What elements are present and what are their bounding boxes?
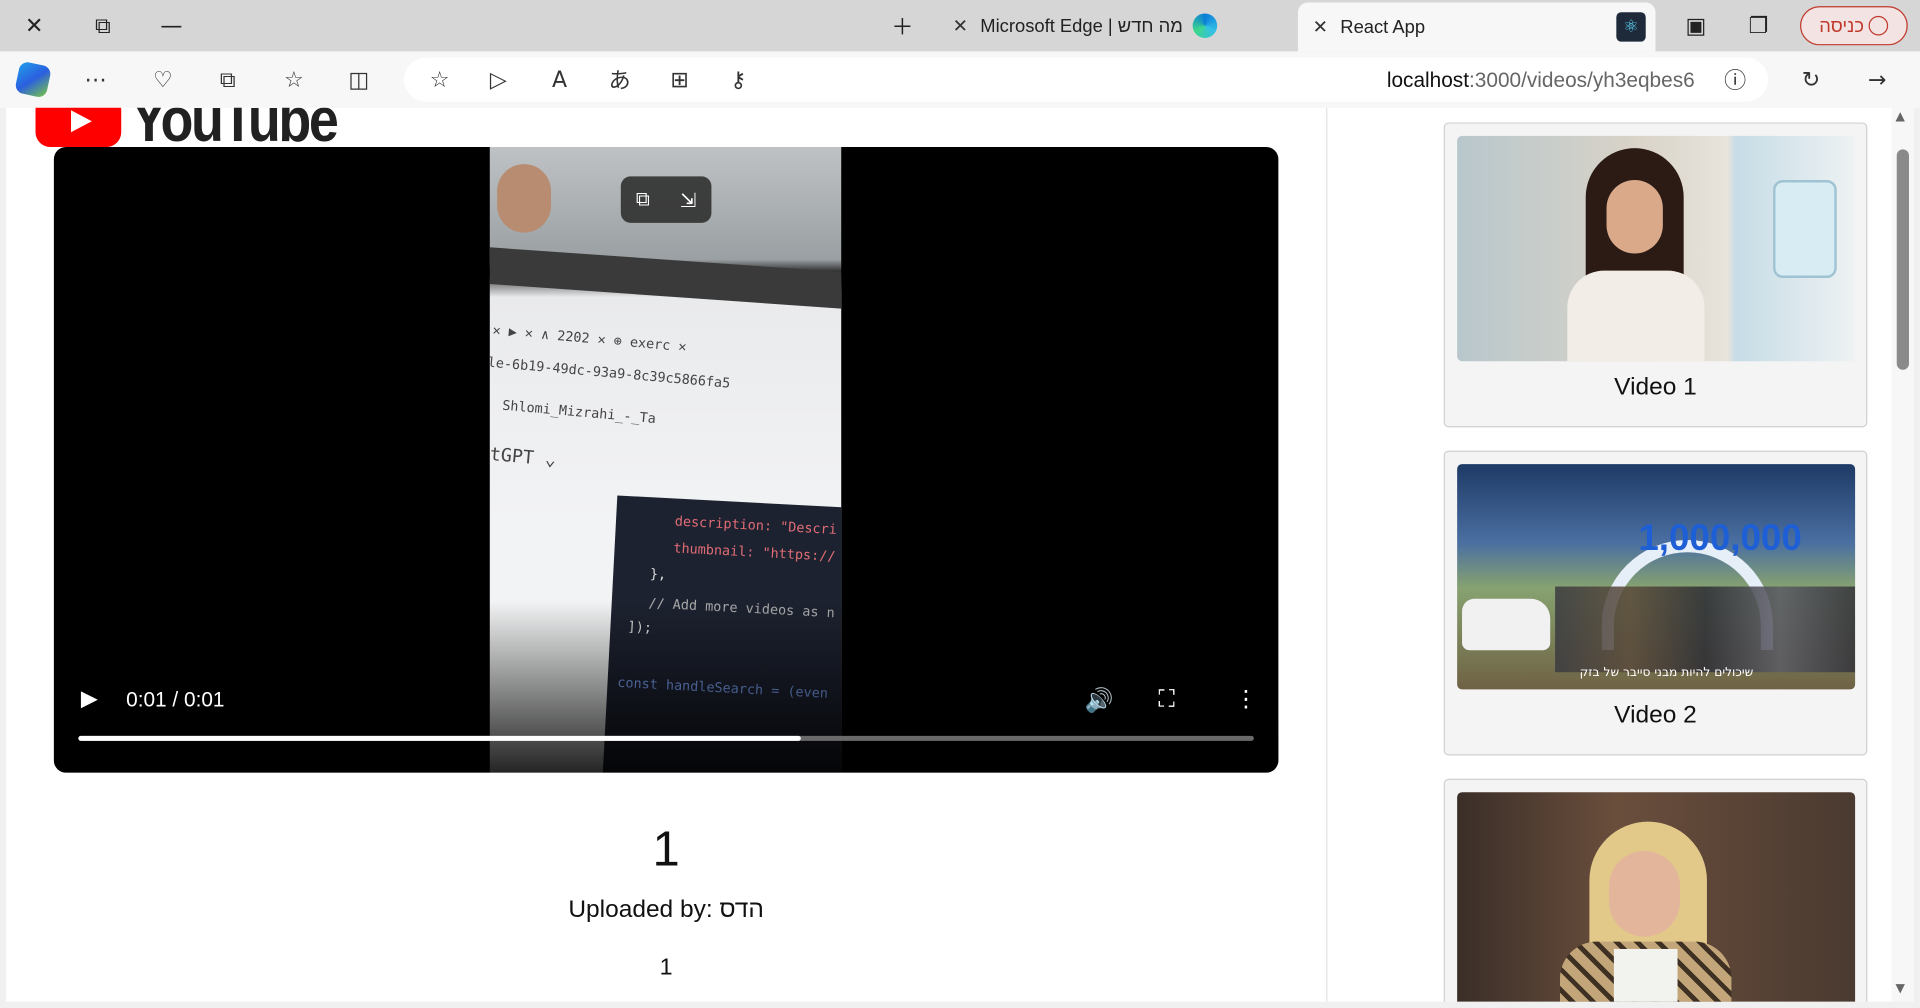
video-enhance-icon[interactable]: ▷: [482, 64, 514, 96]
login-label: כניסה: [1819, 15, 1864, 37]
collections-icon[interactable]: ❐: [1742, 10, 1774, 42]
thumb-crowd: [1555, 586, 1856, 673]
progress-fill: [78, 735, 802, 741]
page-scrollbar[interactable]: ▲ ▼: [1891, 107, 1914, 1002]
tab-title: Microsoft Edge | מה חדש: [980, 15, 1183, 37]
browser-essentials-icon[interactable]: ♡: [147, 64, 179, 96]
thumb-caption: שיכולים להיות מבני סייבר של בזק: [1579, 666, 1754, 680]
app-available-icon[interactable]: ⊞: [664, 64, 696, 96]
copilot-icon[interactable]: [14, 60, 52, 99]
video-thumbnail[interactable]: [1457, 792, 1856, 1002]
video-card-title[interactable]: Video 2: [1445, 702, 1866, 730]
thumb-sign: [1773, 180, 1837, 278]
fullscreen-icon[interactable]: ⛶: [1158, 686, 1174, 713]
address-bar[interactable]: ☆ ▷ A あ ⊞ ⚷ localhost:3000/videos/yh3eqb…: [404, 57, 1769, 102]
more-icon[interactable]: ⋯: [80, 64, 112, 96]
video-card[interactable]: Video 1: [1443, 122, 1868, 428]
close-tab-icon[interactable]: ✕: [1313, 16, 1328, 38]
page-content: YouTube ✕ ▶ ✕ ∧ 2202 ✕ ⊕ exerc ✕ le-6b19…: [6, 107, 1892, 1002]
thumb-face: [1606, 180, 1663, 254]
profile-icon: [1868, 15, 1889, 36]
video-title: 1: [652, 822, 680, 877]
more-options-icon[interactable]: ⋮: [1234, 686, 1257, 713]
video-thumbnail[interactable]: [1457, 135, 1856, 362]
youtube-play-icon: [35, 107, 122, 147]
video-screen-text: ✕ ▶ ✕ ∧ 2202 ✕ ⊕ exerc ✕: [491, 322, 688, 355]
split-screen-icon[interactable]: ◫: [343, 64, 375, 96]
close-tab-icon[interactable]: ✕: [953, 15, 968, 37]
thumb-car: [1462, 598, 1551, 651]
main-column: YouTube ✕ ▶ ✕ ∧ 2202 ✕ ⊕ exerc ✕ le-6b19…: [6, 107, 1326, 1002]
scrollbar-thumb[interactable]: [1896, 149, 1909, 370]
video-code-line: description: "Descri: [674, 513, 838, 538]
url-host: localhost: [1386, 68, 1470, 92]
video-player[interactable]: ✕ ▶ ✕ ∧ 2202 ✕ ⊕ exerc ✕ le-6b19-49dc-93…: [53, 146, 1279, 773]
thumb-sign: 1,000,000: [1638, 517, 1802, 559]
thumb-shirt: [1613, 948, 1678, 1002]
refresh-icon[interactable]: ↻: [1795, 64, 1827, 96]
video-person: [497, 164, 552, 233]
video-card[interactable]: 1,000,000 שיכולים להיות מבני סייבר של בז…: [1443, 450, 1868, 756]
play-icon[interactable]: ▶: [81, 686, 98, 712]
password-key-icon[interactable]: ⚷: [722, 64, 754, 96]
forward-icon[interactable]: →: [1861, 64, 1893, 96]
site-info-icon[interactable]: ⓘ: [1719, 64, 1751, 96]
video-screen-text: le-6b19-49dc-93a9-8c39c5866fa5: [489, 354, 731, 392]
picture-in-picture-icon[interactable]: ⧉: [636, 187, 650, 211]
edge-logo-icon: [1192, 13, 1218, 38]
time-display: 0:01 / 0:01: [126, 688, 225, 712]
url-text[interactable]: localhost:3000/videos/yh3eqbes6: [1387, 69, 1695, 93]
tab-title: React App: [1340, 16, 1426, 38]
video-screen-text: Shlomi_Mizrahi_-_Ta: [501, 397, 657, 427]
favorites-list-icon[interactable]: ☆: [278, 64, 310, 96]
video-code-line: },: [649, 565, 667, 583]
url-path: :3000/videos/yh3eqbes6: [1469, 68, 1695, 92]
read-aloud-icon[interactable]: A: [544, 64, 576, 96]
video-description: 1: [659, 955, 673, 981]
add-favorite-icon[interactable]: ☆: [424, 64, 456, 96]
tab-react-app[interactable]: ✕ React App ⚛: [1297, 2, 1656, 52]
pip-controls[interactable]: ⧉ ⇲: [620, 176, 712, 223]
browser-toolbar: ⋯ ♡ ⧉ ☆ ◫ ☆ ▷ A あ ⊞ ⚷ localhost:3000/vid…: [0, 51, 1920, 108]
react-favicon-icon: ⚛: [1616, 12, 1646, 42]
video-thumbnail[interactable]: 1,000,000 שיכולים להיות מבני סייבר של בז…: [1457, 464, 1856, 690]
translate-icon[interactable]: あ: [604, 64, 636, 96]
column-divider: [1326, 107, 1328, 1002]
thumb-body: [1567, 270, 1705, 362]
video-screen-text: tGPT ⌄: [489, 442, 557, 471]
video-card-title[interactable]: Video 1: [1445, 373, 1866, 401]
scroll-up-icon[interactable]: ▲: [1896, 110, 1905, 123]
uploaded-by: Uploaded by: הדס: [568, 896, 764, 924]
new-tab-icon[interactable]: ＋: [887, 10, 919, 42]
progress-bar[interactable]: [78, 735, 1254, 741]
tab-edge-whats-new[interactable]: ✕ Microsoft Edge | מה חדש: [938, 2, 1293, 49]
thumb-face: [1608, 851, 1681, 937]
tab-bar: ✕ ⧉ — ＋ ✕ Microsoft Edge | מה חדש ✕ Reac…: [0, 0, 1920, 52]
minimize-icon[interactable]: —: [156, 10, 188, 42]
close-window-icon[interactable]: ✕: [18, 10, 50, 42]
scroll-down-icon[interactable]: ▼: [1896, 982, 1905, 995]
tab-actions-icon[interactable]: ⧉: [87, 10, 119, 42]
login-button[interactable]: כניסה: [1800, 6, 1908, 46]
volume-icon[interactable]: 🔊: [1085, 686, 1114, 714]
video-laptop-bezel: [489, 247, 842, 309]
video-code-line: thumbnail: "https://: [673, 540, 836, 565]
workspaces-icon[interactable]: ▣: [1680, 10, 1712, 42]
collections-add-icon[interactable]: ⧉: [212, 64, 244, 96]
video-card[interactable]: [1443, 778, 1868, 1002]
youtube-logo[interactable]: YouTube: [35, 107, 339, 155]
exit-pip-icon[interactable]: ⇲: [680, 188, 696, 211]
